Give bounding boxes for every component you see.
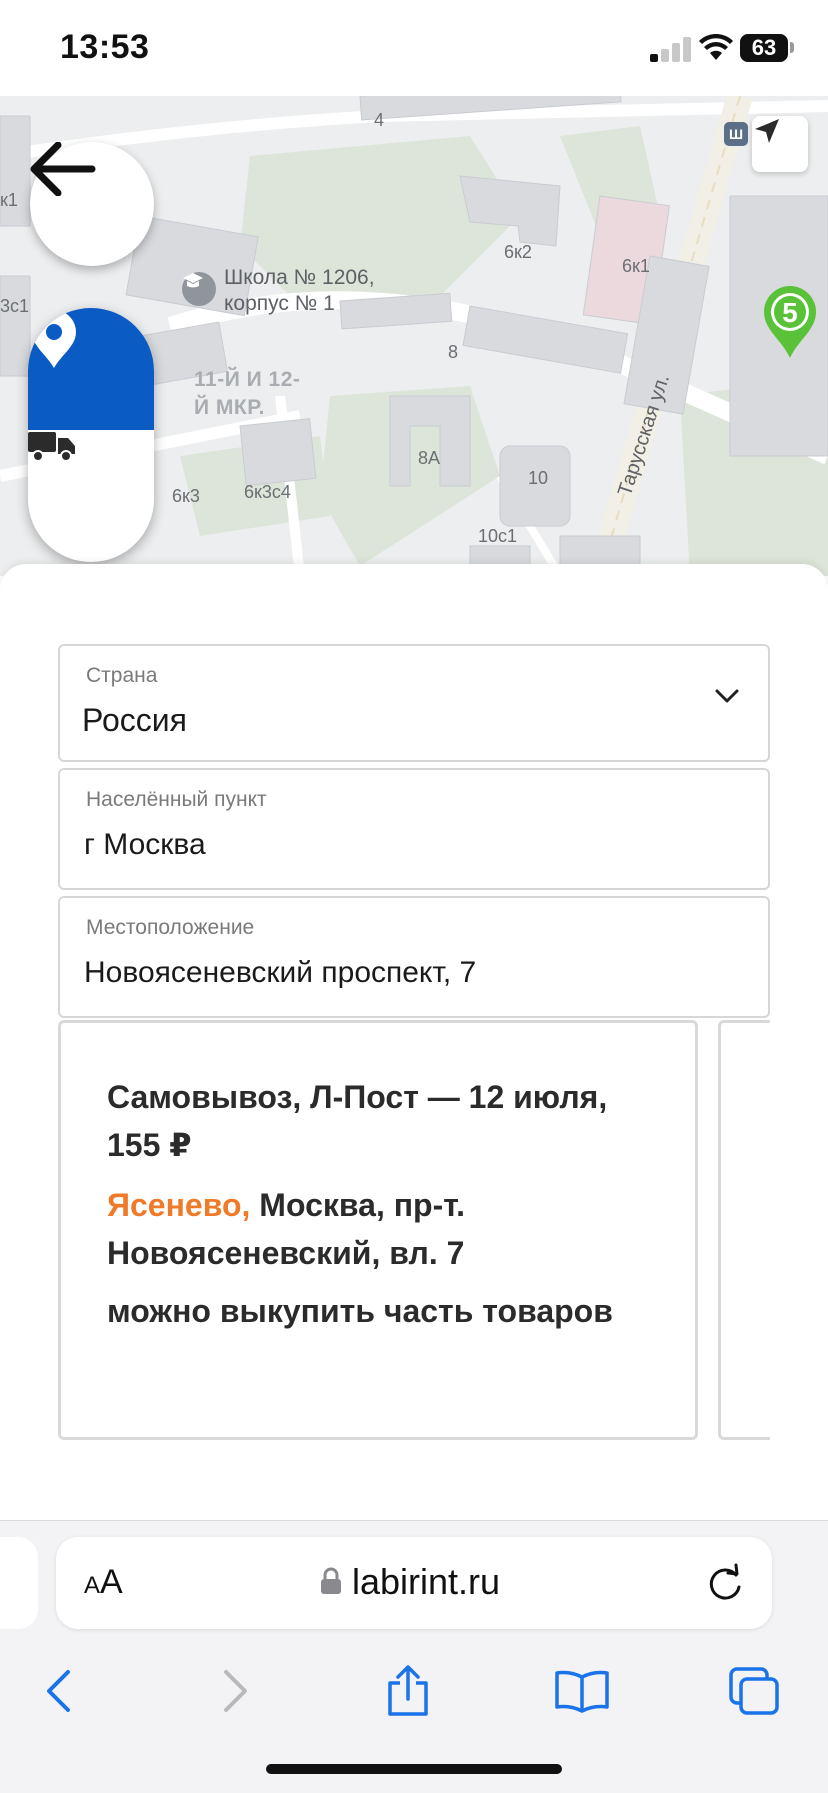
- map-label-house: 6к2: [504, 242, 532, 262]
- map-view[interactable]: 4 6к2 6к1 к1 3с1 Школа № 1206, корпус № …: [0, 96, 828, 576]
- pickup-point-address: Ясенево, Москва, пр-т. Новоясеневский, в…: [107, 1181, 667, 1277]
- pickup-mode-button[interactable]: [28, 308, 154, 430]
- map-label-house: 4: [374, 110, 385, 130]
- navigation-arrow-icon: [755, 119, 779, 143]
- back-nav-button[interactable]: [18, 1651, 98, 1731]
- map-label-house: к1: [0, 190, 18, 210]
- location-label: Местоположение: [86, 916, 255, 939]
- map-label-house: 8: [448, 342, 459, 362]
- share-icon: [388, 1665, 428, 1716]
- battery-icon: 63: [740, 34, 788, 62]
- cellular-signal-icon: [650, 36, 694, 62]
- back-button[interactable]: [30, 142, 154, 266]
- arrow-left-icon: [30, 142, 96, 196]
- city-value[interactable]: г Москва: [84, 828, 206, 862]
- reload-icon[interactable]: [706, 1563, 744, 1603]
- city-label: Населённый пункт: [86, 788, 267, 811]
- map-label-district: 11-Й И 12-: [194, 368, 301, 391]
- transit-stop-icon: Ш: [724, 122, 748, 146]
- chevron-down-icon: [715, 689, 739, 703]
- chevron-right-icon: [224, 1670, 247, 1712]
- map-label-district: Й МКР.: [194, 396, 265, 419]
- courier-mode-button[interactable]: [28, 430, 154, 562]
- location-field[interactable]: Местоположение Новоясеневский проспект, …: [58, 896, 770, 1018]
- battery-tip: [790, 42, 794, 53]
- status-bar: 13:53 63: [0, 0, 828, 96]
- map-label-school: корпус № 1: [224, 292, 335, 315]
- browser-toolbar: AA labirint.ru: [0, 1520, 828, 1793]
- map-label-house: 6к3: [172, 486, 200, 506]
- pickup-point-card[interactable]: Самовывоз, Л-Пост — 12 июля, 155 ₽ Ясене…: [58, 1020, 698, 1440]
- map-label-school: Школа № 1206,: [224, 266, 375, 289]
- reader-settings-button[interactable]: AA: [84, 1563, 123, 1602]
- location-value[interactable]: Новоясеневский проспект, 7: [84, 956, 476, 990]
- map-label-house: 10: [528, 468, 549, 488]
- delivery-mode-switch: [28, 308, 154, 562]
- tabs-icon: [729, 1667, 779, 1715]
- school-icon: [182, 272, 216, 306]
- pickup-point-note: можно выкупить часть товаров: [107, 1293, 613, 1329]
- location-pin-icon: [32, 310, 76, 368]
- bookmarks-button[interactable]: [542, 1651, 622, 1731]
- country-label: Страна: [86, 664, 158, 687]
- delivery-truck-icon: [28, 432, 75, 462]
- map-label-house: 6к3с4: [244, 482, 291, 502]
- forward-nav-button[interactable]: [196, 1651, 276, 1731]
- pickup-point-district: Ясенево,: [107, 1187, 251, 1223]
- map-label-house: 3с1: [0, 296, 30, 316]
- chevron-left-icon: [47, 1670, 70, 1712]
- url-text: labirint.ru: [352, 1561, 501, 1602]
- country-select[interactable]: Страна Россия: [58, 644, 770, 762]
- home-indicator[interactable]: [266, 1764, 562, 1774]
- address-bar[interactable]: AA labirint.ru: [56, 1537, 772, 1629]
- book-icon: [555, 1670, 609, 1713]
- wifi-icon: [699, 34, 733, 60]
- map-label-house: 10с1: [478, 526, 518, 546]
- map-label-house: 8А: [418, 448, 441, 468]
- pickup-points-carousel[interactable]: Самовывоз, Л-Пост — 12 июля, 155 ₽ Ясене…: [58, 1020, 770, 1442]
- browser-nav-row: [0, 1651, 828, 1731]
- share-button[interactable]: [368, 1651, 448, 1731]
- status-time: 13:53: [60, 28, 150, 66]
- tabs-button[interactable]: [714, 1651, 794, 1731]
- pickup-point-card-next[interactable]: [718, 1020, 770, 1440]
- pickup-point-marker-label: 5: [782, 297, 798, 328]
- pickup-point-title: Самовывоз, Л-Пост — 12 июля, 155 ₽: [107, 1079, 608, 1163]
- country-value: Россия: [82, 702, 187, 738]
- lock-icon: [321, 1567, 341, 1594]
- previous-tab-pill[interactable]: [0, 1537, 38, 1629]
- map-label-house: 6к1: [622, 256, 650, 276]
- city-field[interactable]: Населённый пункт г Москва: [58, 768, 770, 890]
- locate-me-button[interactable]: [752, 116, 808, 172]
